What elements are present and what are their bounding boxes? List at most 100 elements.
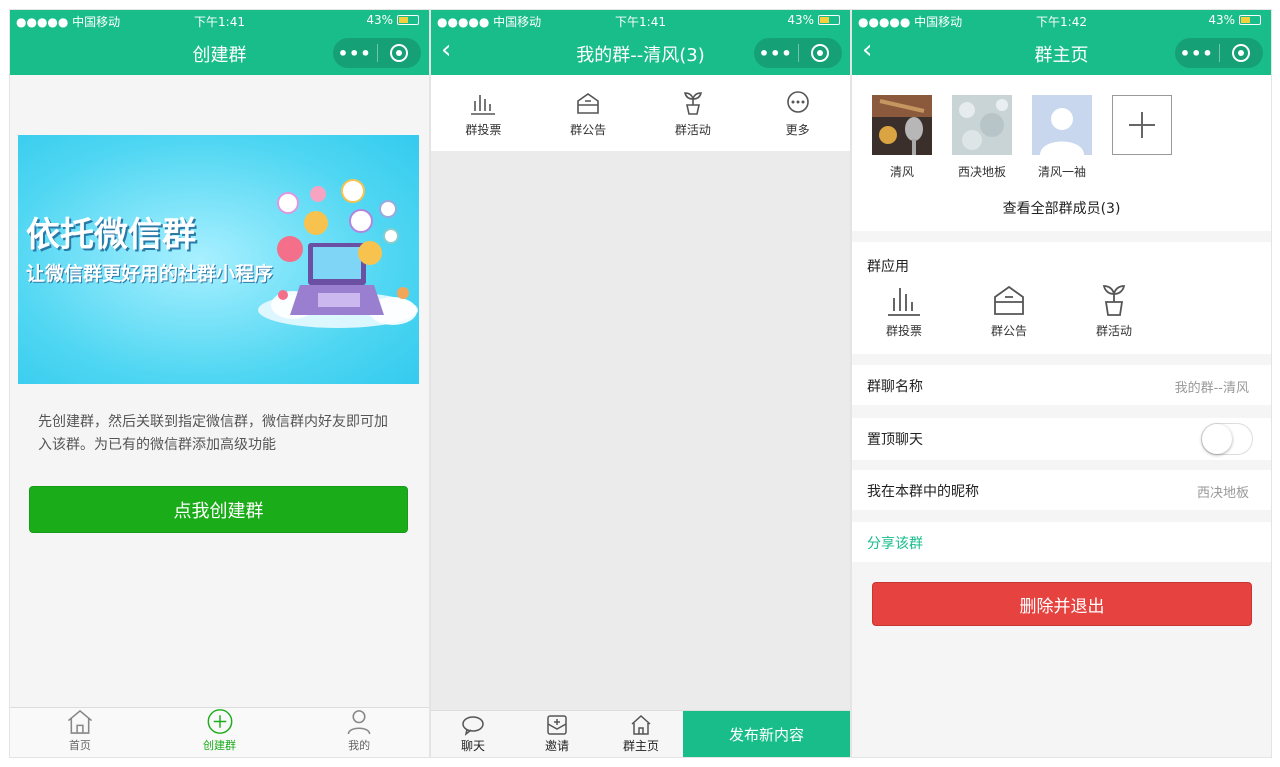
battery-percent: 43%: [1208, 13, 1235, 27]
nav-bar: ‹ 群主页 •••: [852, 31, 1271, 75]
top-bar: ●●●●● 中国移动 下午1:41 43% 创建群 •••: [10, 10, 429, 75]
person-icon: [347, 710, 371, 735]
avatar: [952, 95, 1012, 155]
bottom-bar: 聊天 邀请 群主页 发布新内容: [431, 710, 850, 757]
chat-icon: [462, 716, 484, 736]
notice-icon: [577, 93, 599, 114]
app-vote[interactable]: 群投票: [874, 284, 934, 339]
group-apps-section: 群应用 群投票 群公告 群活动: [852, 242, 1271, 354]
create-group-screen: ●●●●● 中国移动 下午1:41 43% 创建群 ••• 依托微信群 让微信群…: [9, 9, 430, 758]
miniprogram-capsule: •••: [333, 38, 421, 68]
toggle-knob: [1202, 424, 1232, 454]
plus-circle-icon: [207, 709, 232, 734]
top-bar: ●●●●● 中国移动 下午1:42 43% ‹ 群主页 •••: [852, 10, 1271, 75]
tab-mine[interactable]: 我的: [289, 708, 429, 757]
nav-bar: ‹ 我的群--清风(3) •••: [431, 31, 850, 75]
add-member-button[interactable]: [1112, 95, 1172, 163]
menu-label: 群活动: [674, 123, 711, 137]
pin-chat-row: 置顶聊天: [852, 418, 1271, 460]
my-group-screen: ●●●●● 中国移动 下午1:41 43% ‹ 我的群--清风(3) ••• 群…: [430, 9, 851, 758]
group-name-row[interactable]: 群聊名称 我的群--清风: [852, 365, 1271, 405]
pin-chat-toggle[interactable]: [1201, 423, 1253, 455]
bottom-invite[interactable]: 邀请: [515, 711, 599, 757]
member-item[interactable]: 清风一袖: [1032, 95, 1092, 180]
tab-create-group[interactable]: 创建群: [150, 708, 290, 757]
battery-icon: [818, 15, 840, 25]
menu-notice[interactable]: 群公告: [536, 75, 641, 151]
row-label: 我在本群中的昵称: [867, 484, 979, 500]
battery-percent: 43%: [366, 13, 393, 27]
menu-label: 群投票: [465, 123, 502, 137]
app-label: 群投票: [885, 324, 922, 338]
close-miniprogram-button[interactable]: [798, 44, 842, 62]
create-group-button[interactable]: 点我创建群: [29, 486, 408, 533]
activity-icon: [1102, 285, 1126, 316]
bottom-label: 聊天: [460, 739, 485, 753]
status-bar: ●●●●● 中国移动 下午1:41 43%: [431, 10, 850, 31]
menu-vote[interactable]: 群投票: [431, 75, 536, 151]
menu-more[interactable]: 更多: [745, 75, 850, 151]
menu-label: 更多: [785, 123, 810, 137]
close-miniprogram-button[interactable]: [377, 44, 421, 62]
status-right: 43%: [787, 13, 840, 27]
group-menu: 群投票 群公告 群活动 更多: [431, 75, 850, 151]
target-icon: [811, 44, 830, 62]
more-menu-button[interactable]: •••: [333, 44, 377, 63]
default-avatar-icon: [1032, 95, 1092, 155]
frost-avatar: [952, 95, 1012, 155]
publish-button[interactable]: 发布新内容: [683, 711, 850, 757]
group-name-value: 我的群--清风: [1174, 381, 1249, 396]
share-group-link[interactable]: 分享该群: [867, 533, 923, 553]
close-miniprogram-button[interactable]: [1219, 44, 1263, 62]
row-label: 群聊名称: [867, 379, 923, 395]
app-notice[interactable]: 群公告: [979, 284, 1039, 339]
member-name: 清风一袖: [1037, 165, 1086, 179]
delete-and-exit-button[interactable]: 删除并退出: [872, 582, 1252, 626]
bottom-label: 群主页: [622, 739, 659, 753]
home-icon: [67, 709, 92, 734]
target-icon: [390, 44, 409, 62]
promo-banner: 依托微信群 让微信群更好用的社群小程序: [18, 135, 419, 384]
group-home-screen: ●●●●● 中国移动 下午1:42 43% ‹ 群主页 ••• 清风 西决地板 …: [851, 9, 1272, 758]
banner-subtitle: 让微信群更好用的社群小程序: [26, 263, 274, 285]
tab-bar: 首页 创建群 我的: [10, 707, 429, 757]
battery-icon: [1239, 15, 1261, 25]
bottom-group-home[interactable]: 群主页: [599, 711, 683, 757]
spoons-avatar: [872, 95, 932, 155]
invite-icon: [547, 715, 567, 735]
status-bar: ●●●●● 中国移动 下午1:42 43%: [852, 10, 1271, 31]
screenshot-collage: ●●●●● 中国移动 下午1:41 43% 创建群 ••• 依托微信群 让微信群…: [0, 0, 1280, 767]
member-item[interactable]: 西决地板: [952, 95, 1012, 180]
nav-bar: 创建群 •••: [10, 31, 429, 75]
app-activity[interactable]: 群活动: [1084, 284, 1144, 339]
app-label: 群公告: [990, 324, 1027, 338]
create-description: 先创建群，然后关联到指定微信群，微信群内好友即可加入该群。为已有的微信群添加高级…: [38, 414, 388, 453]
member-name: 西决地板: [957, 165, 1006, 179]
nickname-row[interactable]: 我在本群中的昵称 西决地板: [852, 470, 1271, 510]
tab-home[interactable]: 首页: [10, 708, 150, 757]
menu-activity[interactable]: 群活动: [641, 75, 746, 151]
row-label: 置顶聊天: [867, 432, 923, 448]
tab-label: 首页: [68, 739, 91, 752]
vote-icon: [888, 288, 920, 316]
bottom-chat[interactable]: 聊天: [431, 711, 515, 757]
target-icon: [1232, 44, 1251, 62]
more-menu-button[interactable]: •••: [1175, 44, 1219, 63]
notice-icon: [994, 285, 1024, 315]
tab-label: 创建群: [203, 739, 236, 752]
battery-percent: 43%: [787, 13, 814, 27]
app-label: 群活动: [1095, 324, 1132, 338]
banner-title: 依托微信群: [26, 215, 196, 255]
share-group-row[interactable]: 分享该群: [852, 522, 1271, 562]
status-bar: ●●●●● 中国移动 下午1:41 43%: [10, 10, 429, 31]
member-item[interactable]: 清风: [872, 95, 932, 180]
more-menu-button[interactable]: •••: [754, 44, 798, 63]
more-icon: [786, 91, 809, 113]
bottom-label: 邀请: [544, 739, 569, 753]
view-all-members-link[interactable]: 查看全部群成员(3): [852, 198, 1271, 218]
activity-icon: [683, 92, 702, 115]
content-area: [431, 151, 850, 712]
member-name: 清风: [889, 165, 914, 179]
battery-icon: [397, 15, 419, 25]
status-right: 43%: [1208, 13, 1261, 27]
